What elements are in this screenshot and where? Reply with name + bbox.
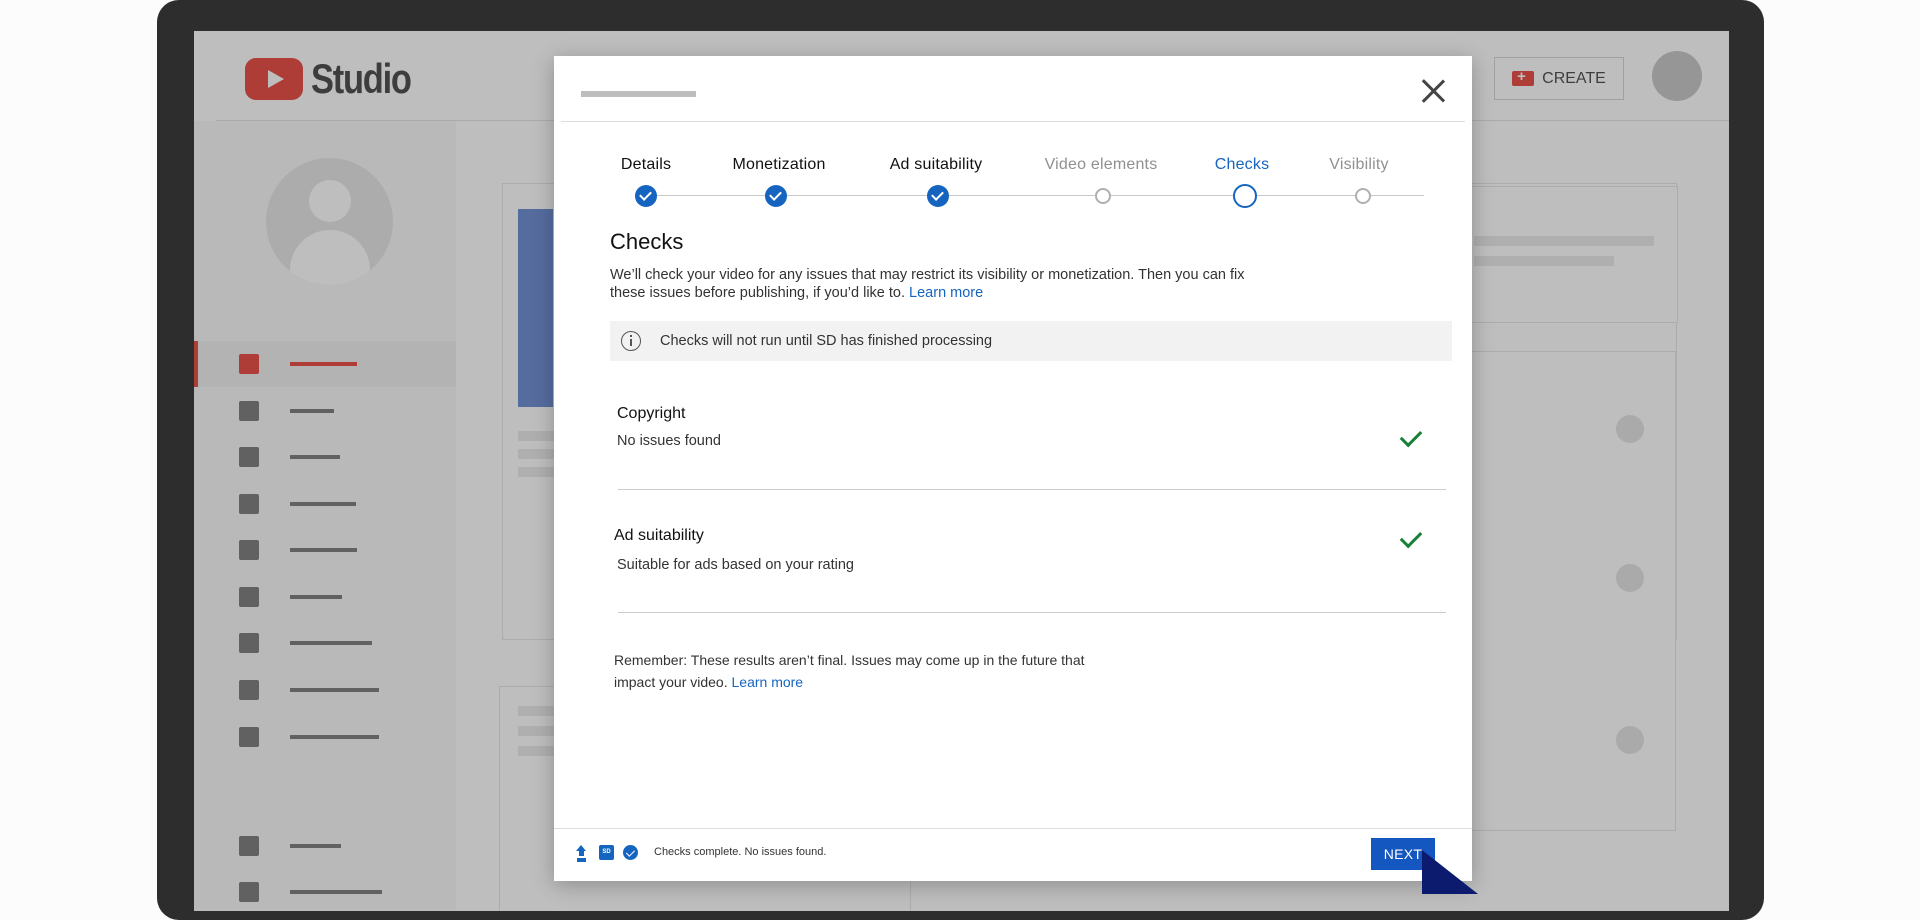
footer-status: Checks complete. No issues found. xyxy=(654,846,827,858)
section-description: We’ll check your video for any issues th… xyxy=(610,266,1250,302)
step-video-elements-label[interactable]: Video elements xyxy=(1045,156,1158,174)
stepper-track-done xyxy=(646,195,938,196)
section-title: Checks xyxy=(610,229,684,254)
step-video-elements-pending-icon[interactable] xyxy=(1095,188,1111,204)
upload-icon xyxy=(574,845,589,860)
stepper-track-pending xyxy=(938,195,1424,196)
step-checks-label[interactable]: Checks xyxy=(1215,156,1270,174)
sd-icon: SD xyxy=(599,845,614,860)
close-icon[interactable] xyxy=(1418,76,1448,106)
remember-note: Remember: These results aren’t final. Is… xyxy=(614,649,1114,693)
remember-text: Remember: These results aren’t final. Is… xyxy=(614,652,1085,690)
step-ad-suitability-label[interactable]: Ad suitability xyxy=(890,156,983,174)
cursor-arrow-icon xyxy=(1422,850,1478,894)
step-ad-suitability-done-icon[interactable] xyxy=(927,185,949,207)
copyright-check-status: No issues found xyxy=(617,433,721,449)
dialog-title-placeholder xyxy=(581,91,696,97)
info-banner: Checks will not run until SD has finishe… xyxy=(610,321,1452,361)
row-divider xyxy=(618,612,1446,613)
remember-learn-more-link[interactable]: Learn more xyxy=(732,674,804,690)
ad-suitability-check-title: Ad suitability xyxy=(614,527,704,544)
step-details-label[interactable]: Details xyxy=(621,156,671,174)
step-monetization-done-icon[interactable] xyxy=(765,185,787,207)
checks-done-icon xyxy=(623,845,638,860)
info-text: Checks will not run until SD has finishe… xyxy=(660,333,993,349)
row-divider xyxy=(618,489,1446,490)
check-icon xyxy=(1399,525,1423,549)
step-visibility-label[interactable]: Visibility xyxy=(1329,156,1389,174)
dialog-header-divider xyxy=(561,121,1465,122)
check-icon xyxy=(1399,424,1423,448)
footer-divider xyxy=(554,828,1472,829)
ad-suitability-check-status: Suitable for ads based on your rating xyxy=(617,557,854,573)
copyright-check-title: Copyright xyxy=(617,405,686,422)
step-details-done-icon[interactable] xyxy=(635,185,657,207)
step-checks-current-icon[interactable] xyxy=(1233,184,1257,208)
info-icon xyxy=(621,331,641,351)
step-visibility-pending-icon[interactable] xyxy=(1355,188,1371,204)
upload-dialog: Details Monetization Ad suitability Vide… xyxy=(554,56,1472,881)
learn-more-link[interactable]: Learn more xyxy=(909,285,983,301)
step-monetization-label[interactable]: Monetization xyxy=(732,156,825,174)
